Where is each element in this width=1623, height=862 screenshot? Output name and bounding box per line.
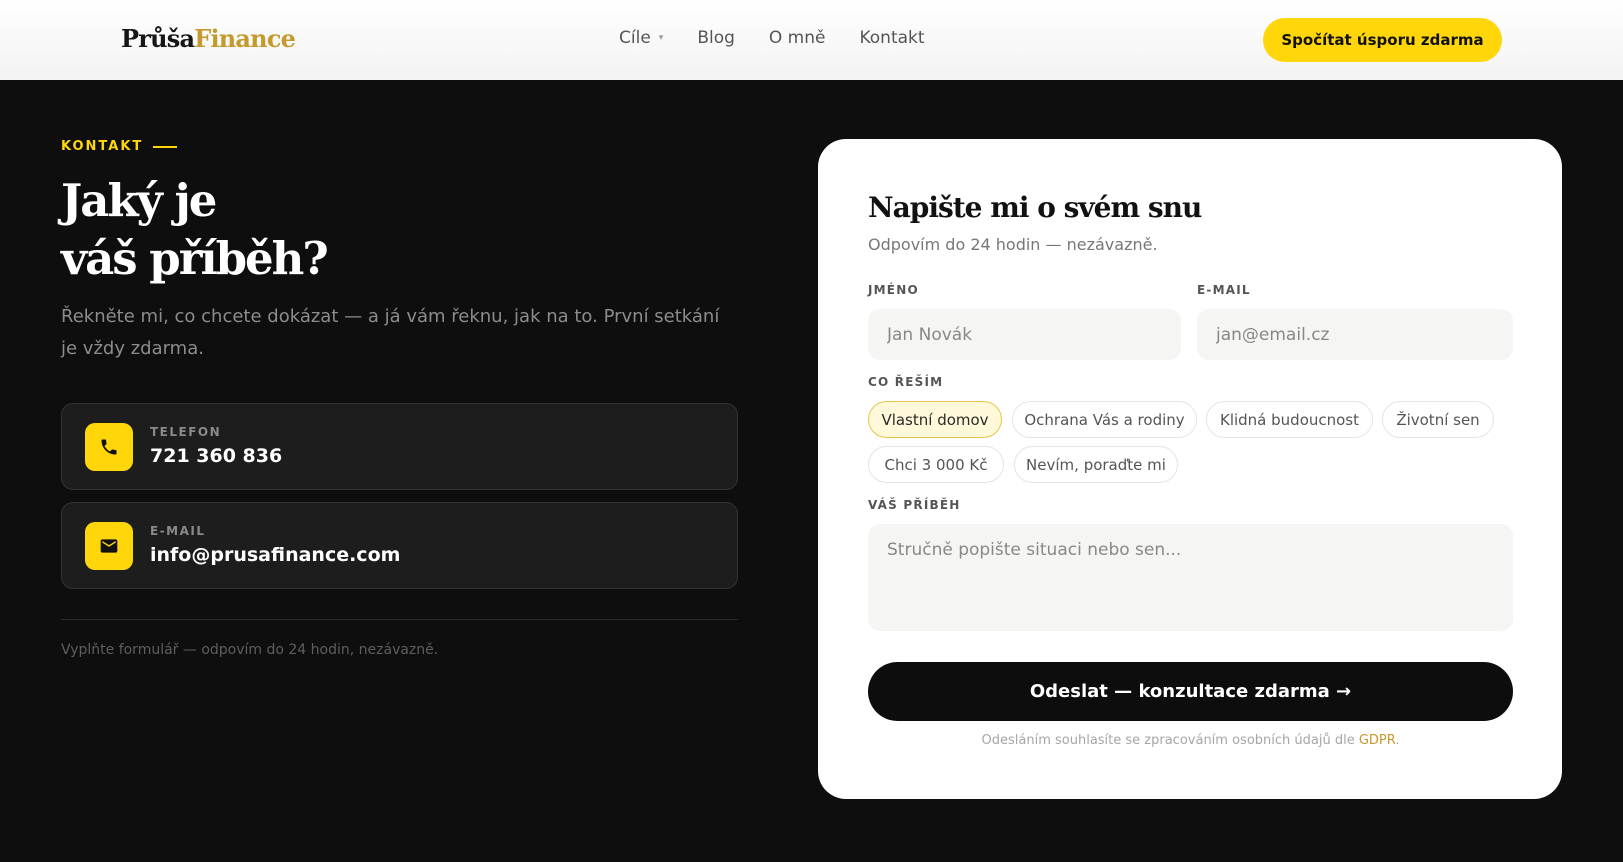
nav-item-cile[interactable]: Cíle ▾ [619,28,663,48]
gdpr-link[interactable]: GDPR [1359,733,1396,748]
chip-zivotni-sen[interactable]: Životní sen [1382,401,1494,438]
phone-icon [85,423,133,471]
chip-klidna-budoucnost[interactable]: Klidná budoucnost [1206,401,1373,438]
consent-prefix: Odesláním souhlasíte se zpracováním osob… [981,733,1359,748]
page-title: Jaký je váš příběh? [61,172,329,288]
nav-item-o-mne[interactable]: O mně [769,28,826,48]
email-input[interactable] [1197,309,1513,360]
contact-form-panel: Napište mi o svém snu Odpovím do 24 hodi… [818,139,1562,799]
eyebrow-text: KONTAKT [61,139,144,154]
consent-end: . [1395,733,1400,748]
email-field-label: E-MAIL [1197,283,1251,297]
logo-part-prusa: Průša [121,24,195,53]
nav-item-kontakt[interactable]: Kontakt [859,28,924,48]
form-subtitle: Odpovím do 24 hodin — nezávazně. [868,235,1158,254]
chip-ochrana[interactable]: Ochrana Vás a rodiny [1012,401,1197,438]
nav-item-blog[interactable]: Blog [697,28,735,48]
phone-card[interactable]: TELEFON 721 360 836 [61,403,738,490]
story-textarea[interactable] [868,524,1513,631]
submit-button[interactable]: Odeslat — konzultace zdarma → [868,662,1513,721]
story-label: VÁŠ PŘÍBĚH [868,498,961,512]
topic-label: CO ŘEŠÍM [868,375,944,389]
logo-part-finance: Finance [194,24,296,53]
headline-line-1: Jaký je [61,174,217,227]
footnote-text: Vyplňte formulář — odpovím do 24 hodin, … [61,642,439,658]
divider [61,619,738,620]
lead-text: Řekněte mi, co chcete dokázat — a já vám… [61,306,720,359]
site-header: PrůšaFinance Cíle ▾ Blog O mně Kontakt S… [0,0,1623,80]
main-nav: Cíle ▾ Blog O mně Kontakt [619,28,925,48]
chip-vlastni-domov[interactable]: Vlastní domov [868,401,1002,438]
email-address[interactable]: info@prusafinance.com [150,544,400,566]
calculate-savings-button[interactable]: Spočítat úsporu zdarma [1263,18,1502,62]
name-input[interactable] [868,309,1181,360]
chip-chci-3000[interactable]: Chci 3 000 Kč [868,446,1004,483]
logo[interactable]: PrůšaFinance [121,24,296,53]
phone-number[interactable]: 721 360 836 [150,445,282,467]
form-title: Napište mi o svém snu [868,191,1202,224]
caret-down-icon: ▾ [658,33,664,43]
chip-nevim[interactable]: Nevím, poraďte mi [1014,446,1178,483]
email-label: E-MAIL [150,524,206,538]
envelope-icon [85,522,133,570]
phone-label: TELEFON [150,425,222,439]
eyebrow-dash [153,145,178,148]
headline-line-2: váš příběh? [61,232,329,285]
email-card[interactable]: E-MAIL info@prusafinance.com [61,502,738,589]
consent-text: Odesláním souhlasíte se zpracováním osob… [868,733,1513,748]
nav-label-cile: Cíle [619,28,651,48]
section-eyebrow: KONTAKT [61,139,178,154]
name-label: JMÉNO [868,283,919,297]
